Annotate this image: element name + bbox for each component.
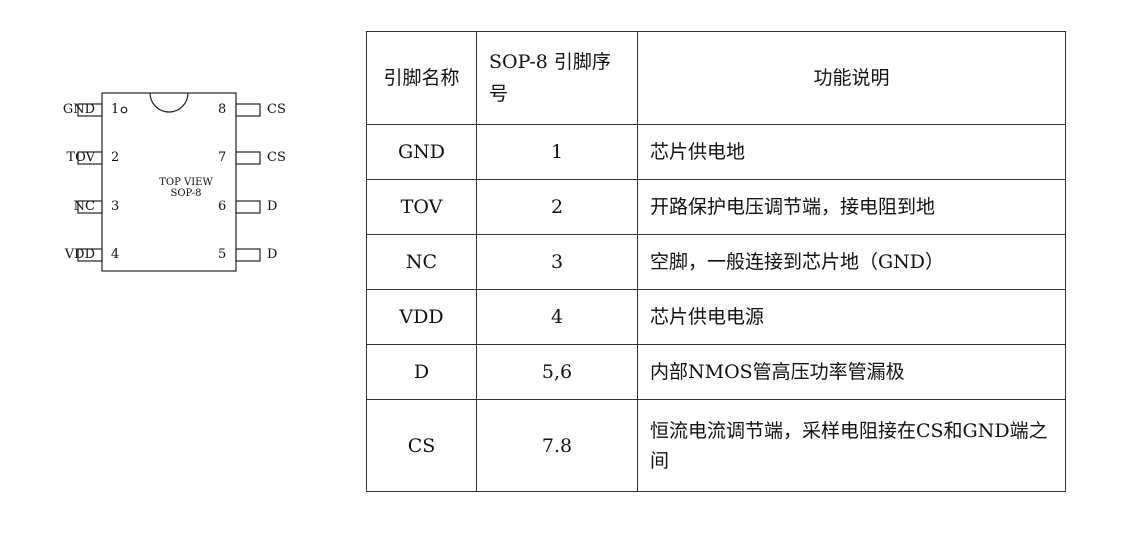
cell-pin-name: D — [366, 344, 477, 400]
cell-pin-number: 4 — [476, 289, 638, 345]
cell-pin-number: 5,6 — [476, 344, 638, 400]
pin-name-left: GND — [62, 102, 95, 117]
table-header-row: 引脚名称 SOP-8 引脚序号 功能说明 — [366, 31, 1066, 125]
pin-function-table: 引脚名称 SOP-8 引脚序号 功能说明 GND 1 芯片供电地 TOV 2 开… — [366, 31, 1066, 492]
cell-function: 开路保护电压调节端，接电阻到地 — [637, 179, 1066, 235]
cell-pin-number: 7.8 — [476, 399, 638, 492]
cell-pin-name: NC — [366, 234, 477, 290]
pin-number: 8 — [218, 102, 227, 117]
cell-function: 空脚，一般连接到芯片地（GND） — [637, 234, 1066, 290]
cell-function: 芯片供电电源 — [637, 289, 1066, 345]
table-row: NC 3 空脚，一般连接到芯片地（GND） — [366, 234, 1066, 290]
pin-name-right: D — [267, 199, 278, 214]
pin-number: 3 — [111, 199, 120, 214]
table-row: VDD 4 芯片供电电源 — [366, 289, 1066, 345]
chip-package-label: SOP-8 — [170, 188, 202, 199]
pin-name-left: VDD — [64, 247, 95, 262]
header-function: 功能说明 — [637, 31, 1066, 125]
header-pin-number: SOP-8 引脚序号 — [476, 31, 638, 125]
pin-lead-6 — [235, 200, 261, 214]
cell-function: 恒流电流调节端，采样电阻接在CS和GND端之间 — [637, 399, 1066, 492]
pin-name-right: CS — [267, 150, 286, 165]
cell-pin-number: 1 — [476, 124, 638, 180]
table-row: TOV 2 开路保护电压调节端，接电阻到地 — [366, 179, 1066, 235]
cell-pin-number: 2 — [476, 179, 638, 235]
pin-name-left: NC — [73, 199, 95, 214]
cell-pin-name: CS — [366, 399, 477, 492]
pin-number: 7 — [218, 150, 227, 165]
cell-function: 芯片供电地 — [637, 124, 1066, 180]
cell-pin-name: GND — [366, 124, 477, 180]
cell-pin-number: 3 — [476, 234, 638, 290]
pin-name-right: CS — [267, 102, 286, 117]
table-row: GND 1 芯片供电地 — [366, 124, 1066, 180]
cell-pin-name: TOV — [366, 179, 477, 235]
table-row: CS 7.8 恒流电流调节端，采样电阻接在CS和GND端之间 — [366, 399, 1066, 492]
pin-number: 1 — [111, 102, 120, 117]
pin-lead-5 — [235, 248, 261, 262]
cell-pin-name: VDD — [366, 289, 477, 345]
cell-function: 内部NMOS管高压功率管漏极 — [637, 344, 1066, 400]
pin-number: 6 — [218, 199, 227, 214]
chip-view-label: TOP VIEW — [159, 177, 213, 188]
table-row: D 5,6 内部NMOS管高压功率管漏极 — [366, 344, 1066, 400]
pin-number: 5 — [218, 247, 227, 262]
chip-pinout-diagram: GND TOV NC VDD 1 2 3 4 8 7 6 5 CS CS D D… — [30, 80, 300, 280]
pin-lead-8 — [235, 103, 261, 117]
pin-name-right: D — [267, 247, 278, 262]
pin-name-left: TOV — [66, 150, 96, 165]
pin-number: 2 — [111, 150, 120, 165]
pin-number: 4 — [111, 247, 120, 262]
pin-lead-7 — [235, 151, 261, 165]
header-pin-name: 引脚名称 — [366, 31, 477, 125]
